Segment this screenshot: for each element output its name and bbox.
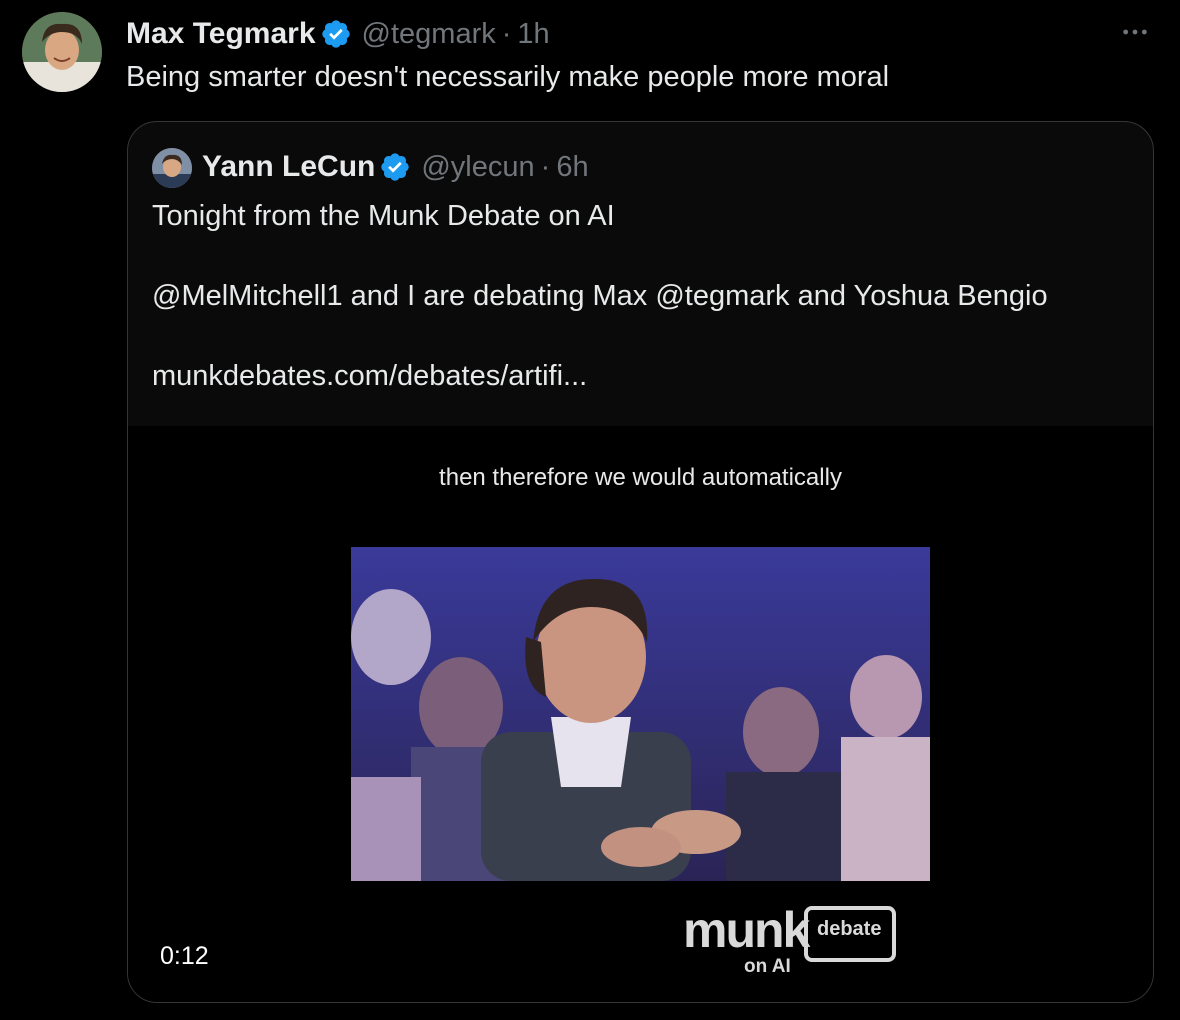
quoted-tweet-card[interactable]: Yann LeCun @ylecun · 6h Tonight from the… [127,121,1154,1003]
quoted-author-name[interactable]: Yann LeCun [202,150,375,184]
author-name[interactable]: Max Tegmark [126,17,316,51]
quoted-link[interactable]: munkdebates.com/debates/artifi... [152,356,1048,396]
verified-badge-icon[interactable] [379,151,411,183]
quoted-tweet-header: Yann LeCun @ylecun · 6h [202,146,589,188]
quoted-text-line: @MelMitchell1 and I are debating Max @te… [152,280,1048,312]
video-player[interactable]: then therefore we would automatically 0:… [128,426,1153,1002]
quoted-tweet-timestamp[interactable]: 6h [556,151,588,184]
quoted-tweet-text: Tonight from the Munk Debate on AI @MelM… [152,196,1048,396]
logo-main-text: munk [683,902,810,958]
author-avatar[interactable] [22,12,102,92]
quoted-avatar-photo [152,148,192,188]
tweet-header: Max Tegmark @tegmark · 1h [126,14,550,54]
separator-dot: · [501,17,512,50]
quoted-author-avatar[interactable] [152,148,192,188]
author-handle[interactable]: @tegmark [362,18,496,51]
verified-badge-icon[interactable] [320,18,352,50]
logo-box-text: debate [817,918,882,940]
speaker-video-image [351,547,930,881]
quoted-text-line: Tonight from the Munk Debate on AI [152,200,615,232]
more-options-button[interactable] [1115,12,1155,52]
more-options-icon [1123,29,1147,35]
video-frame [351,547,930,881]
munk-debate-logo: munk debate on AI [681,901,901,981]
separator-dot: · [540,150,551,183]
tweet-timestamp[interactable]: 1h [517,18,549,51]
avatar-photo [22,12,102,92]
video-caption: then therefore we would automatically [439,464,842,491]
logo-sub-text: on AI [744,956,791,977]
quoted-author-handle[interactable]: @ylecun [421,151,534,184]
video-duration: 0:12 [160,942,209,970]
tweet-text: Being smarter doesn't necessarily make p… [126,61,890,93]
